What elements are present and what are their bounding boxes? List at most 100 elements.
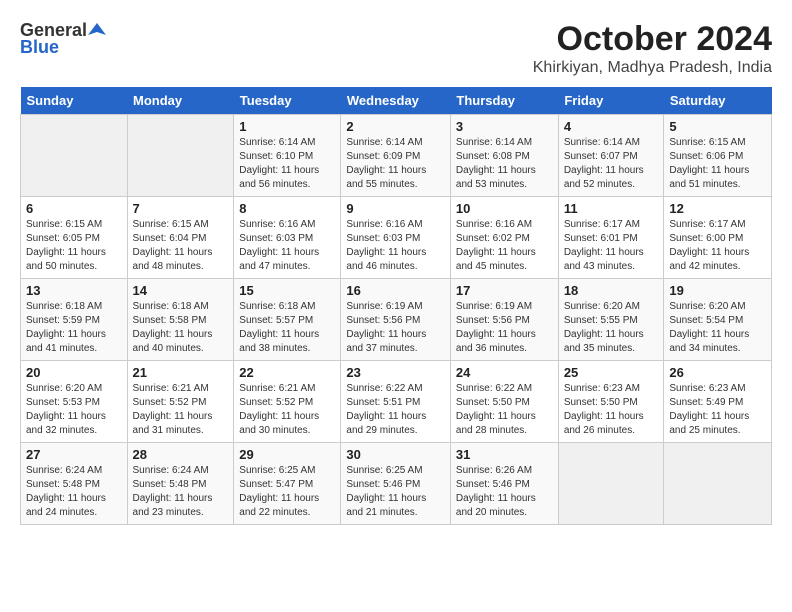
day-info: Sunrise: 6:19 AMSunset: 5:56 PMDaylight:… — [456, 300, 553, 356]
calendar-cell: 12Sunrise: 6:17 AMSunset: 6:00 PMDayligh… — [664, 197, 772, 279]
day-info: Sunrise: 6:21 AMSunset: 5:52 PMDaylight:… — [133, 382, 229, 438]
day-info: Sunrise: 6:23 AMSunset: 5:50 PMDaylight:… — [564, 382, 659, 438]
day-number: 14 — [133, 283, 229, 298]
day-number: 5 — [669, 119, 766, 134]
calendar-cell: 17 Sunrise: 6:19 AMSunset: 5:56 PMDayligh… — [450, 279, 558, 361]
day-info: Sunrise: 6:17 AMSunset: 6:01 PMDaylight:… — [564, 218, 659, 274]
day-info: Sunrise: 6:15 AMSunset: 6:06 PMDaylight:… — [669, 136, 766, 192]
logo-bird-icon — [88, 21, 106, 39]
calendar-cell: 21 Sunrise: 6:21 AMSunset: 5:52 PMDayligh… — [127, 361, 234, 443]
day-info: Sunrise: 6:16 AMSunset: 6:03 PMDaylight:… — [239, 218, 335, 274]
day-number: 31 — [456, 447, 553, 462]
day-info: Sunrise: 6:14 AMSunset: 6:10 PMDaylight:… — [239, 136, 335, 192]
day-info: Sunrise: 6:25 AMSunset: 5:46 PMDaylight:… — [346, 464, 445, 520]
day-number: 15 — [239, 283, 335, 298]
day-number: 21 — [133, 365, 229, 380]
calendar-cell: 15Sunrise: 6:18 AMSunset: 5:57 PMDayligh… — [234, 279, 341, 361]
day-number: 7 — [133, 201, 229, 216]
day-number: 26 — [669, 365, 766, 380]
calendar-cell: 16Sunrise: 6:19 AMSunset: 5:56 PMDayligh… — [341, 279, 451, 361]
day-number: 2 — [346, 119, 445, 134]
calendar-cell: 5 Sunrise: 6:15 AMSunset: 6:06 PMDaylight… — [664, 115, 772, 197]
day-info: Sunrise: 6:14 AMSunset: 6:08 PMDaylight:… — [456, 136, 553, 192]
calendar-body: 1 Sunrise: 6:14 AMSunset: 6:10 PMDaylight… — [21, 115, 772, 525]
weekday-header-wednesday: Wednesday — [341, 87, 451, 115]
day-info: Sunrise: 6:15 AMSunset: 6:05 PMDaylight:… — [26, 218, 122, 274]
day-number: 27 — [26, 447, 122, 462]
calendar-cell — [21, 115, 128, 197]
weekday-header-thursday: Thursday — [450, 87, 558, 115]
day-number: 20 — [26, 365, 122, 380]
calendar-cell: 8 Sunrise: 6:16 AMSunset: 6:03 PMDaylight… — [234, 197, 341, 279]
location: Khirkiyan, Madhya Pradesh, India — [533, 59, 772, 77]
calendar-cell: 3 Sunrise: 6:14 AMSunset: 6:08 PMDaylight… — [450, 115, 558, 197]
day-number: 1 — [239, 119, 335, 134]
day-info: Sunrise: 6:21 AMSunset: 5:52 PMDaylight:… — [239, 382, 335, 438]
day-info: Sunrise: 6:22 AMSunset: 5:50 PMDaylight:… — [456, 382, 553, 438]
day-number: 9 — [346, 201, 445, 216]
day-info: Sunrise: 6:20 AMSunset: 5:54 PMDaylight:… — [669, 300, 766, 356]
calendar-cell: 4 Sunrise: 6:14 AMSunset: 6:07 PMDaylight… — [558, 115, 664, 197]
calendar-week-3: 13 Sunrise: 6:18 AMSunset: 5:59 PMDayligh… — [21, 279, 772, 361]
day-info: Sunrise: 6:22 AMSunset: 5:51 PMDaylight:… — [346, 382, 445, 438]
calendar-cell: 22Sunrise: 6:21 AMSunset: 5:52 PMDayligh… — [234, 361, 341, 443]
calendar-header-row: SundayMondayTuesdayWednesdayThursdayFrid… — [21, 87, 772, 115]
page-header: General Blue October 2024 Khirkiyan, Mad… — [20, 20, 772, 77]
day-info: Sunrise: 6:24 AMSunset: 5:48 PMDaylight:… — [26, 464, 122, 520]
calendar-cell: 28 Sunrise: 6:24 AMSunset: 5:48 PMDayligh… — [127, 443, 234, 525]
day-number: 25 — [564, 365, 659, 380]
day-info: Sunrise: 6:14 AMSunset: 6:09 PMDaylight:… — [346, 136, 445, 192]
calendar-cell: 30 Sunrise: 6:25 AMSunset: 5:46 PMDayligh… — [341, 443, 451, 525]
calendar-cell: 23 Sunrise: 6:22 AMSunset: 5:51 PMDayligh… — [341, 361, 451, 443]
calendar-cell — [127, 115, 234, 197]
day-number: 3 — [456, 119, 553, 134]
day-number: 23 — [346, 365, 445, 380]
day-number: 11 — [564, 201, 659, 216]
calendar-week-1: 1 Sunrise: 6:14 AMSunset: 6:10 PMDaylight… — [21, 115, 772, 197]
day-info: Sunrise: 6:14 AMSunset: 6:07 PMDaylight:… — [564, 136, 659, 192]
day-info: Sunrise: 6:20 AMSunset: 5:53 PMDaylight:… — [26, 382, 122, 438]
logo-blue-text: Blue — [20, 37, 59, 58]
day-number: 12 — [669, 201, 766, 216]
calendar-cell: 13 Sunrise: 6:18 AMSunset: 5:59 PMDayligh… — [21, 279, 128, 361]
calendar-week-2: 6 Sunrise: 6:15 AMSunset: 6:05 PMDaylight… — [21, 197, 772, 279]
day-info: Sunrise: 6:18 AMSunset: 5:59 PMDaylight:… — [26, 300, 122, 356]
calendar-cell: 24 Sunrise: 6:22 AMSunset: 5:50 PMDayligh… — [450, 361, 558, 443]
day-number: 24 — [456, 365, 553, 380]
calendar-cell: 19Sunrise: 6:20 AMSunset: 5:54 PMDayligh… — [664, 279, 772, 361]
title-block: October 2024 Khirkiyan, Madhya Pradesh, … — [533, 20, 772, 77]
day-number: 10 — [456, 201, 553, 216]
calendar-week-5: 27 Sunrise: 6:24 AMSunset: 5:48 PMDayligh… — [21, 443, 772, 525]
day-number: 13 — [26, 283, 122, 298]
day-number: 4 — [564, 119, 659, 134]
day-number: 6 — [26, 201, 122, 216]
weekday-header-sunday: Sunday — [21, 87, 128, 115]
calendar-cell — [558, 443, 664, 525]
calendar-cell: 6 Sunrise: 6:15 AMSunset: 6:05 PMDaylight… — [21, 197, 128, 279]
weekday-header-friday: Friday — [558, 87, 664, 115]
day-number: 8 — [239, 201, 335, 216]
weekday-header-monday: Monday — [127, 87, 234, 115]
day-number: 30 — [346, 447, 445, 462]
calendar-cell: 10 Sunrise: 6:16 AMSunset: 6:02 PMDayligh… — [450, 197, 558, 279]
calendar-cell: 1 Sunrise: 6:14 AMSunset: 6:10 PMDaylight… — [234, 115, 341, 197]
calendar-cell: 29Sunrise: 6:25 AMSunset: 5:47 PMDayligh… — [234, 443, 341, 525]
calendar-cell: 26 Sunrise: 6:23 AMSunset: 5:49 PMDayligh… — [664, 361, 772, 443]
logo: General Blue — [20, 20, 106, 58]
day-number: 17 — [456, 283, 553, 298]
day-info: Sunrise: 6:16 AMSunset: 6:03 PMDaylight:… — [346, 218, 445, 274]
weekday-header-tuesday: Tuesday — [234, 87, 341, 115]
day-info: Sunrise: 6:25 AMSunset: 5:47 PMDaylight:… — [239, 464, 335, 520]
calendar-cell: 25 Sunrise: 6:23 AMSunset: 5:50 PMDayligh… — [558, 361, 664, 443]
day-info: Sunrise: 6:15 AMSunset: 6:04 PMDaylight:… — [133, 218, 229, 274]
calendar-cell: 14Sunrise: 6:18 AMSunset: 5:58 PMDayligh… — [127, 279, 234, 361]
day-info: Sunrise: 6:23 AMSunset: 5:49 PMDaylight:… — [669, 382, 766, 438]
calendar-cell: 20 Sunrise: 6:20 AMSunset: 5:53 PMDayligh… — [21, 361, 128, 443]
weekday-header-saturday: Saturday — [664, 87, 772, 115]
calendar-cell: 7 Sunrise: 6:15 AMSunset: 6:04 PMDaylight… — [127, 197, 234, 279]
calendar-table: SundayMondayTuesdayWednesdayThursdayFrid… — [20, 87, 772, 525]
day-number: 28 — [133, 447, 229, 462]
day-info: Sunrise: 6:16 AMSunset: 6:02 PMDaylight:… — [456, 218, 553, 274]
day-info: Sunrise: 6:24 AMSunset: 5:48 PMDaylight:… — [133, 464, 229, 520]
day-info: Sunrise: 6:20 AMSunset: 5:55 PMDaylight:… — [564, 300, 659, 356]
